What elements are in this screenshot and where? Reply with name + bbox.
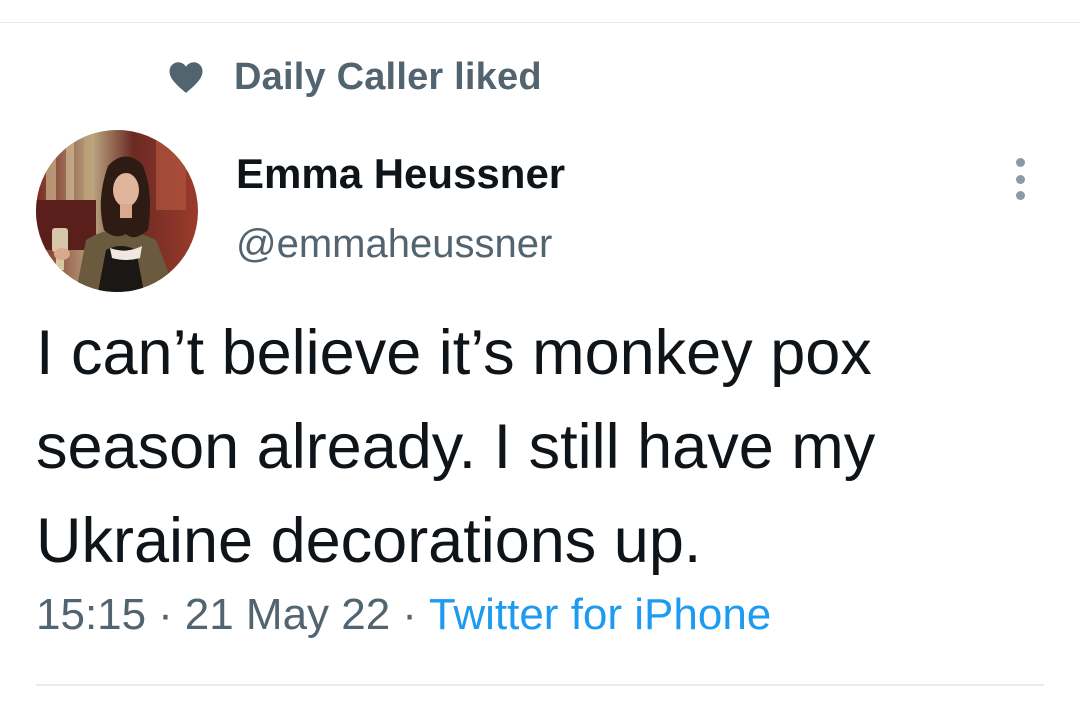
avatar[interactable] (36, 130, 198, 292)
author-handle[interactable]: @emmaheussner (236, 222, 552, 267)
tweet-time[interactable]: 15:15 (36, 590, 146, 639)
tweet-date[interactable]: 21 May 22 (185, 590, 390, 639)
more-dot-icon (1015, 191, 1025, 200)
social-context[interactable]: Daily Caller liked (168, 52, 542, 102)
tweet-metadata: 15:15 · 21 May 22 · Twitter for iPhone (36, 590, 771, 640)
more-dot-icon (1015, 174, 1025, 184)
tweet-text: I can’t believe it’s monkey pox season a… (36, 318, 876, 576)
avatar-image (36, 130, 198, 292)
heart-icon (169, 62, 203, 93)
social-context-text: Daily Caller liked (234, 55, 542, 98)
more-dot-icon (1015, 158, 1025, 167)
tweet-source-link[interactable]: Twitter for iPhone (429, 590, 771, 639)
tweet-page: Daily Caller liked Emma Heussner @emmahe… (0, 0, 1080, 710)
bottom-divider (36, 684, 1044, 686)
more-options-button[interactable] (1002, 156, 1038, 202)
top-divider (0, 22, 1080, 23)
meta-separator: · (402, 590, 417, 639)
meta-separator: · (158, 590, 173, 639)
author-display-name[interactable]: Emma Heussner (236, 150, 565, 198)
